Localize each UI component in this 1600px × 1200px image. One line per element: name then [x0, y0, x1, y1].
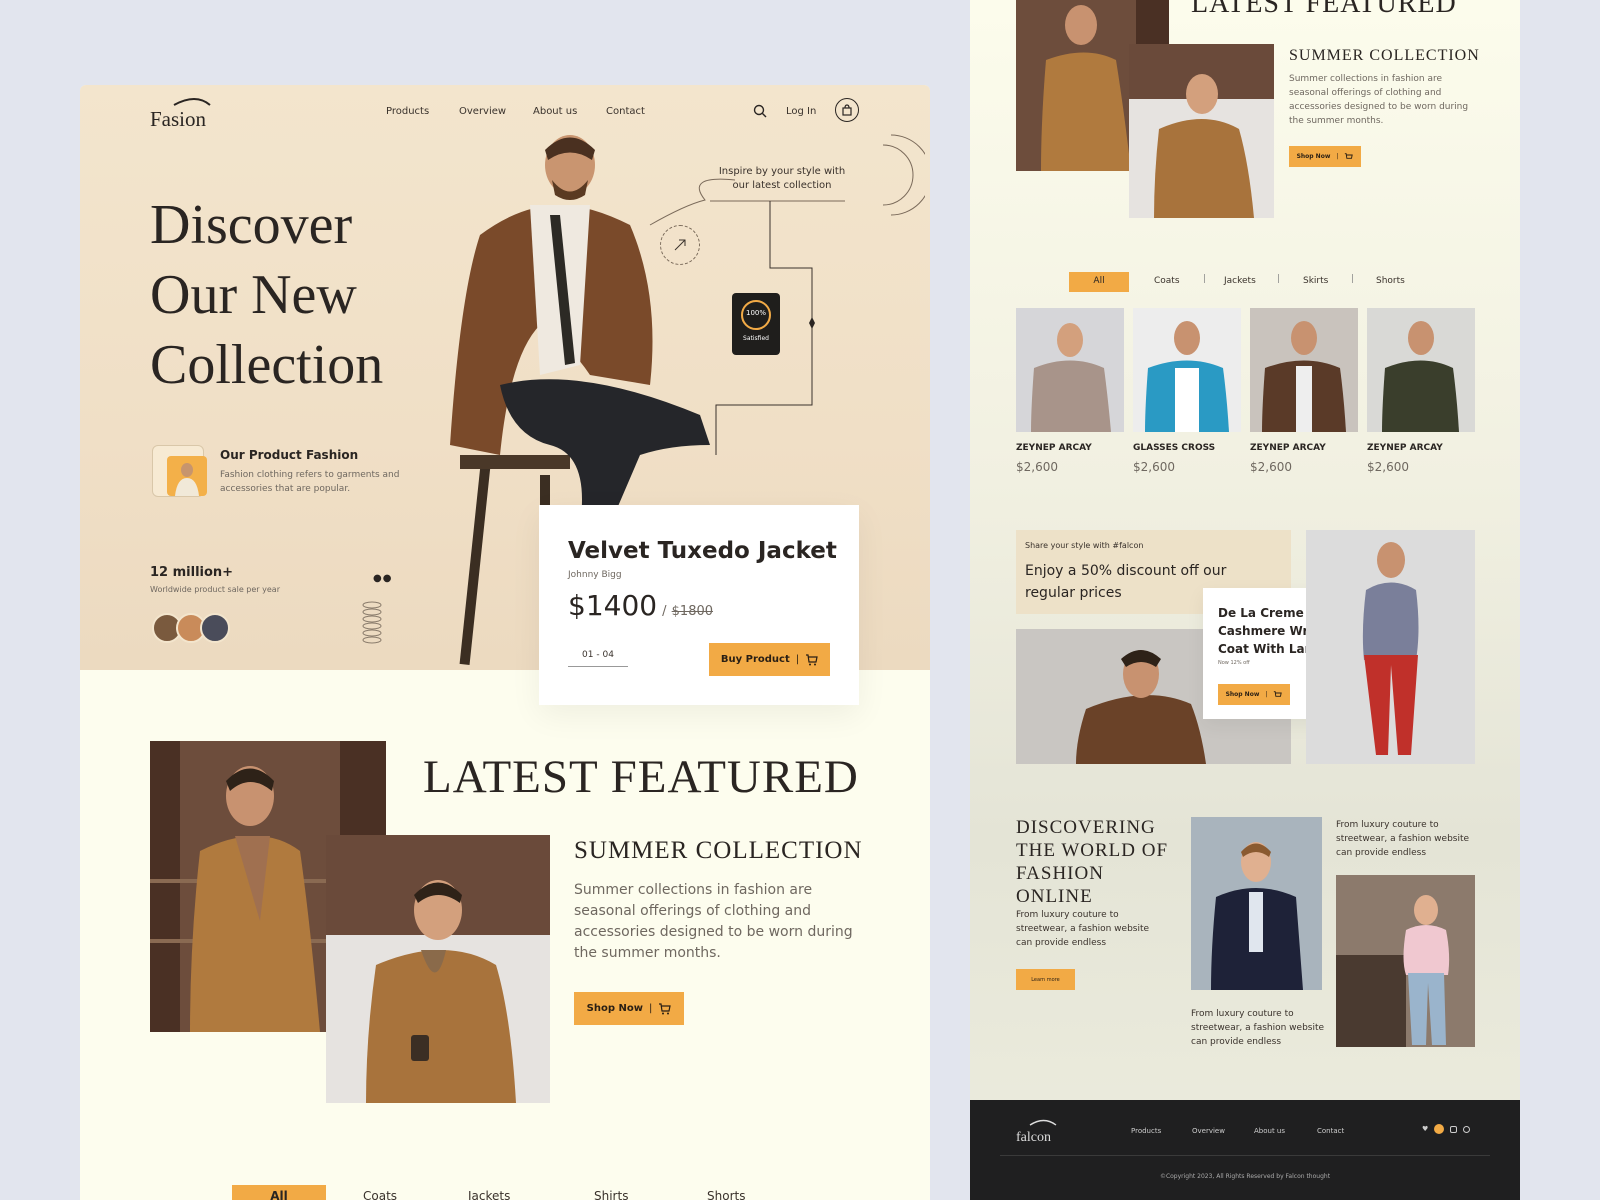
summer-desc: Summer collections in fashion are season…: [574, 882, 853, 961]
promo-card-sub: Now 12% off: [1218, 660, 1250, 666]
summer-title: SUMMER COLLECTION: [574, 837, 863, 864]
product-image[interactable]: [1250, 308, 1358, 432]
satisfied-widget: 100% Satisfied: [732, 293, 780, 355]
tab-coats[interactable]: Coats: [363, 1189, 397, 1200]
avatar: [200, 613, 230, 643]
tab-shorts[interactable]: Shorts: [1376, 276, 1405, 286]
product-brand: Johnny Bigg: [568, 570, 622, 580]
carousel-dots[interactable]: ●●: [373, 573, 392, 584]
footer-nav-products[interactable]: Products: [1131, 1127, 1161, 1135]
coin-stack-icon: [362, 600, 382, 646]
product-price: $1400 / $1800: [568, 589, 714, 622]
summer-desc: Summer collections in fashion are season…: [1289, 74, 1469, 126]
nav-contact[interactable]: Contact: [606, 106, 645, 117]
product-fashion-desc: Fashion clothing refers to garments and …: [220, 470, 400, 494]
brand-logo[interactable]: Fasion: [150, 98, 211, 131]
copyright: ©Copyright 2023, All Rights Reserved by …: [1159, 1173, 1331, 1180]
footer-nav-about[interactable]: About us: [1254, 1127, 1285, 1135]
product-name: GLASSES CROSS: [1133, 443, 1216, 453]
satisfied-label: Satisfied: [743, 335, 769, 342]
logo-swoosh-icon: [1029, 1119, 1057, 1126]
tab-shirts[interactable]: Shirts: [594, 1189, 628, 1200]
product-name: ZEYNEP ARCAY: [1016, 443, 1092, 453]
pager[interactable]: 01 - 04: [568, 650, 628, 667]
nav-overview[interactable]: Overview: [459, 106, 506, 117]
old-price: $1800: [671, 604, 714, 619]
nav-products[interactable]: Products: [386, 106, 429, 117]
social-icons: ♥: [1422, 1124, 1471, 1134]
product-card: Velvet Tuxedo Jacket Johnny Bigg $1400 /…: [539, 505, 859, 705]
tab-jackets[interactable]: Jackets: [1224, 276, 1256, 286]
promo-side-image: [1306, 530, 1475, 764]
twitter-icon[interactable]: ♥: [1422, 1125, 1428, 1133]
inspire-text: Inspire by your style with our latest co…: [718, 166, 846, 191]
discover-title: DISCOVERING THE WORLD OF FASHION ONLINE: [1016, 817, 1169, 907]
discover-side-text-2: From luxury couture to streetwear, a fas…: [1191, 1009, 1325, 1047]
tab-jackets[interactable]: Jackets: [468, 1189, 510, 1200]
product-image[interactable]: [1016, 308, 1124, 432]
github-icon[interactable]: [1463, 1125, 1471, 1133]
tab-coats[interactable]: Coats: [1154, 276, 1180, 286]
product-name: ZEYNEP ARCAY: [1367, 443, 1443, 453]
tab-all[interactable]: All: [232, 1185, 326, 1200]
product-name: ZEYNEP ARCAY: [1250, 443, 1326, 453]
discover-desc: From luxury couture to streetwear, a fas…: [1016, 910, 1150, 948]
stats-label: Worldwide product sale per year: [150, 585, 280, 594]
footer-brand[interactable]: falcon: [1016, 1119, 1057, 1145]
product-price: $2,600: [1016, 460, 1058, 474]
featured-image-2: [1129, 44, 1274, 218]
login-link[interactable]: Log In: [786, 106, 816, 117]
search-icon[interactable]: [753, 104, 767, 118]
bag-button[interactable]: [835, 98, 859, 122]
product-price: $2,600: [1133, 460, 1175, 474]
learn-more-button[interactable]: Learn more: [1016, 969, 1075, 990]
arrow-up-right-icon: [674, 239, 686, 251]
tab-skirts[interactable]: Skirts: [1303, 276, 1328, 286]
satisfied-percent: 100%: [745, 309, 766, 317]
cart-icon: [806, 653, 818, 665]
product-price: $2,600: [1250, 460, 1292, 474]
shop-now-button[interactable]: Shop Now |: [574, 992, 684, 1025]
footer-divider: [1000, 1155, 1490, 1156]
summer-title: SUMMER COLLECTION: [1289, 47, 1480, 64]
footer-nav-contact[interactable]: Contact: [1317, 1127, 1344, 1135]
stats-value: 12 million+: [150, 565, 234, 580]
current-price: $1400: [568, 589, 658, 622]
cart-icon: [1274, 690, 1283, 697]
landing-page-scrolled: LATEST FEATURED SUMMER COLLECTION Summer…: [970, 0, 1520, 1200]
buy-product-button[interactable]: Buy Product |: [709, 643, 830, 676]
product-fashion-title: Our Product Fashion: [220, 448, 359, 462]
featured-image-2: [326, 835, 550, 1103]
promo-shop-now-button[interactable]: Shop Now |: [1218, 684, 1290, 705]
new-arrivals-badge: [660, 225, 700, 265]
discover-image-2: [1336, 875, 1475, 1047]
bag-icon: [842, 104, 852, 116]
cart-icon: [659, 1002, 672, 1014]
product-fashion-thumb[interactable]: [152, 445, 207, 497]
promo-tag: Share your style with #falcon: [1025, 541, 1144, 550]
product-name: Velvet Tuxedo Jacket: [568, 538, 837, 564]
hero-title: Discover Our New Collection: [150, 194, 384, 396]
instagram-icon[interactable]: [1450, 1125, 1458, 1133]
nav-about[interactable]: About us: [533, 106, 577, 117]
product-price: $2,600: [1367, 460, 1409, 474]
cart-icon: [1345, 152, 1354, 159]
landing-page-main: Fasion Products Overview About us Contac…: [80, 85, 930, 1200]
shop-now-button[interactable]: Shop Now |: [1289, 146, 1361, 167]
discover-side-text-1: From luxury couture to streetwear, a fas…: [1336, 820, 1470, 858]
discover-image-1: [1191, 817, 1322, 990]
tab-all[interactable]: All: [1069, 272, 1129, 292]
latest-featured-title: LATEST FEATURED: [1191, 0, 1457, 19]
product-image[interactable]: [1133, 308, 1241, 432]
footer: falcon Products Overview About us Contac…: [970, 1100, 1520, 1200]
latest-featured-title: LATEST FEATURED: [423, 751, 859, 803]
tab-shorts[interactable]: Shorts: [707, 1189, 745, 1200]
footer-nav-overview[interactable]: Overview: [1192, 1127, 1225, 1135]
facebook-icon[interactable]: [1434, 1124, 1445, 1134]
customer-avatars: [150, 613, 240, 643]
product-image[interactable]: [1367, 308, 1475, 432]
